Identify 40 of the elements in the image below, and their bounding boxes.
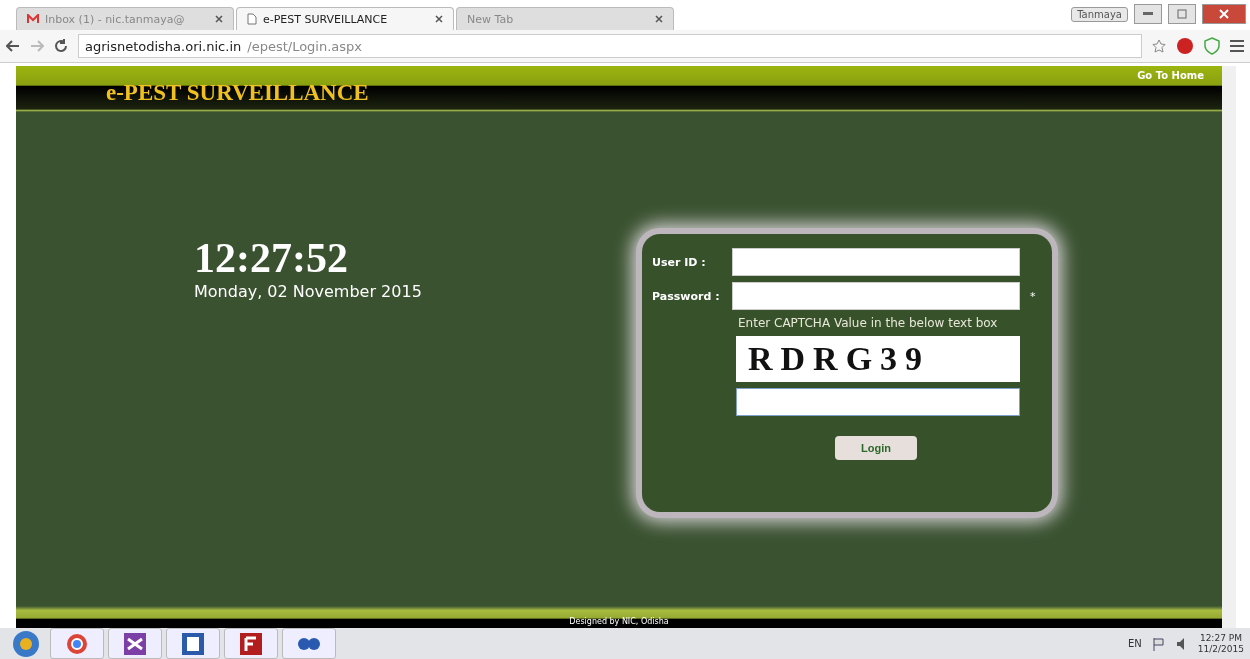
shield-icon[interactable]: [1204, 37, 1220, 55]
captcha-image: RDRG39: [736, 336, 1020, 382]
taskbar-app-icon[interactable]: [108, 628, 162, 659]
taskbar-clock[interactable]: 12:27 PM 11/2/2015: [1197, 632, 1244, 655]
user-id-field[interactable]: [732, 248, 1020, 276]
taskbar-app-icon[interactable]: [224, 628, 278, 659]
site-title: e-PEST SURVEILLANCE: [106, 79, 369, 107]
captcha-field[interactable]: [736, 388, 1020, 416]
taskbar-app-icon[interactable]: [166, 628, 220, 659]
password-field[interactable]: [732, 282, 1020, 310]
taskbar-app-icon[interactable]: [282, 628, 336, 659]
required-mark: *: [1029, 289, 1037, 303]
close-icon[interactable]: [435, 15, 443, 23]
footer-credit: Designed by NIC, Odisha: [569, 617, 669, 628]
clock-date: Monday, 02 November 2015: [194, 282, 422, 301]
field-label: User ID :: [652, 255, 707, 269]
reload-icon[interactable]: [54, 39, 68, 53]
browser-tab[interactable]: e-PEST SURVEILLANCE: [236, 7, 454, 30]
mail-icon: [27, 14, 39, 24]
minimize-icon: [1143, 12, 1153, 16]
close-icon: [1219, 9, 1229, 19]
captcha-hint: Enter CAPTCHA Value in the below text box: [737, 316, 999, 330]
flag-icon[interactable]: [1151, 636, 1166, 651]
login-button[interactable]: Login: [835, 436, 917, 460]
field-label: Password :: [652, 289, 721, 303]
close-icon[interactable]: [215, 15, 223, 23]
close-icon[interactable]: [655, 15, 663, 23]
star-icon[interactable]: [1152, 39, 1166, 53]
maximize-icon: [1177, 9, 1187, 19]
profile-button[interactable]: Tanmaya: [1071, 6, 1128, 22]
close-button[interactable]: [1202, 4, 1246, 24]
back-icon[interactable]: [6, 40, 20, 52]
page-icon: [247, 13, 257, 25]
minimize-button[interactable]: [1134, 4, 1162, 24]
menu-icon[interactable]: [1230, 40, 1244, 52]
language-indicator[interactable]: EN: [1128, 638, 1142, 649]
address-bar[interactable]: agrisnetodisha.ori.nic.in /epest/Login.aspx: [78, 34, 1142, 58]
stop-sign-icon[interactable]: [1176, 37, 1194, 55]
clock-time: 12:27:52: [194, 234, 348, 282]
taskbar-app-icon[interactable]: [50, 628, 104, 659]
